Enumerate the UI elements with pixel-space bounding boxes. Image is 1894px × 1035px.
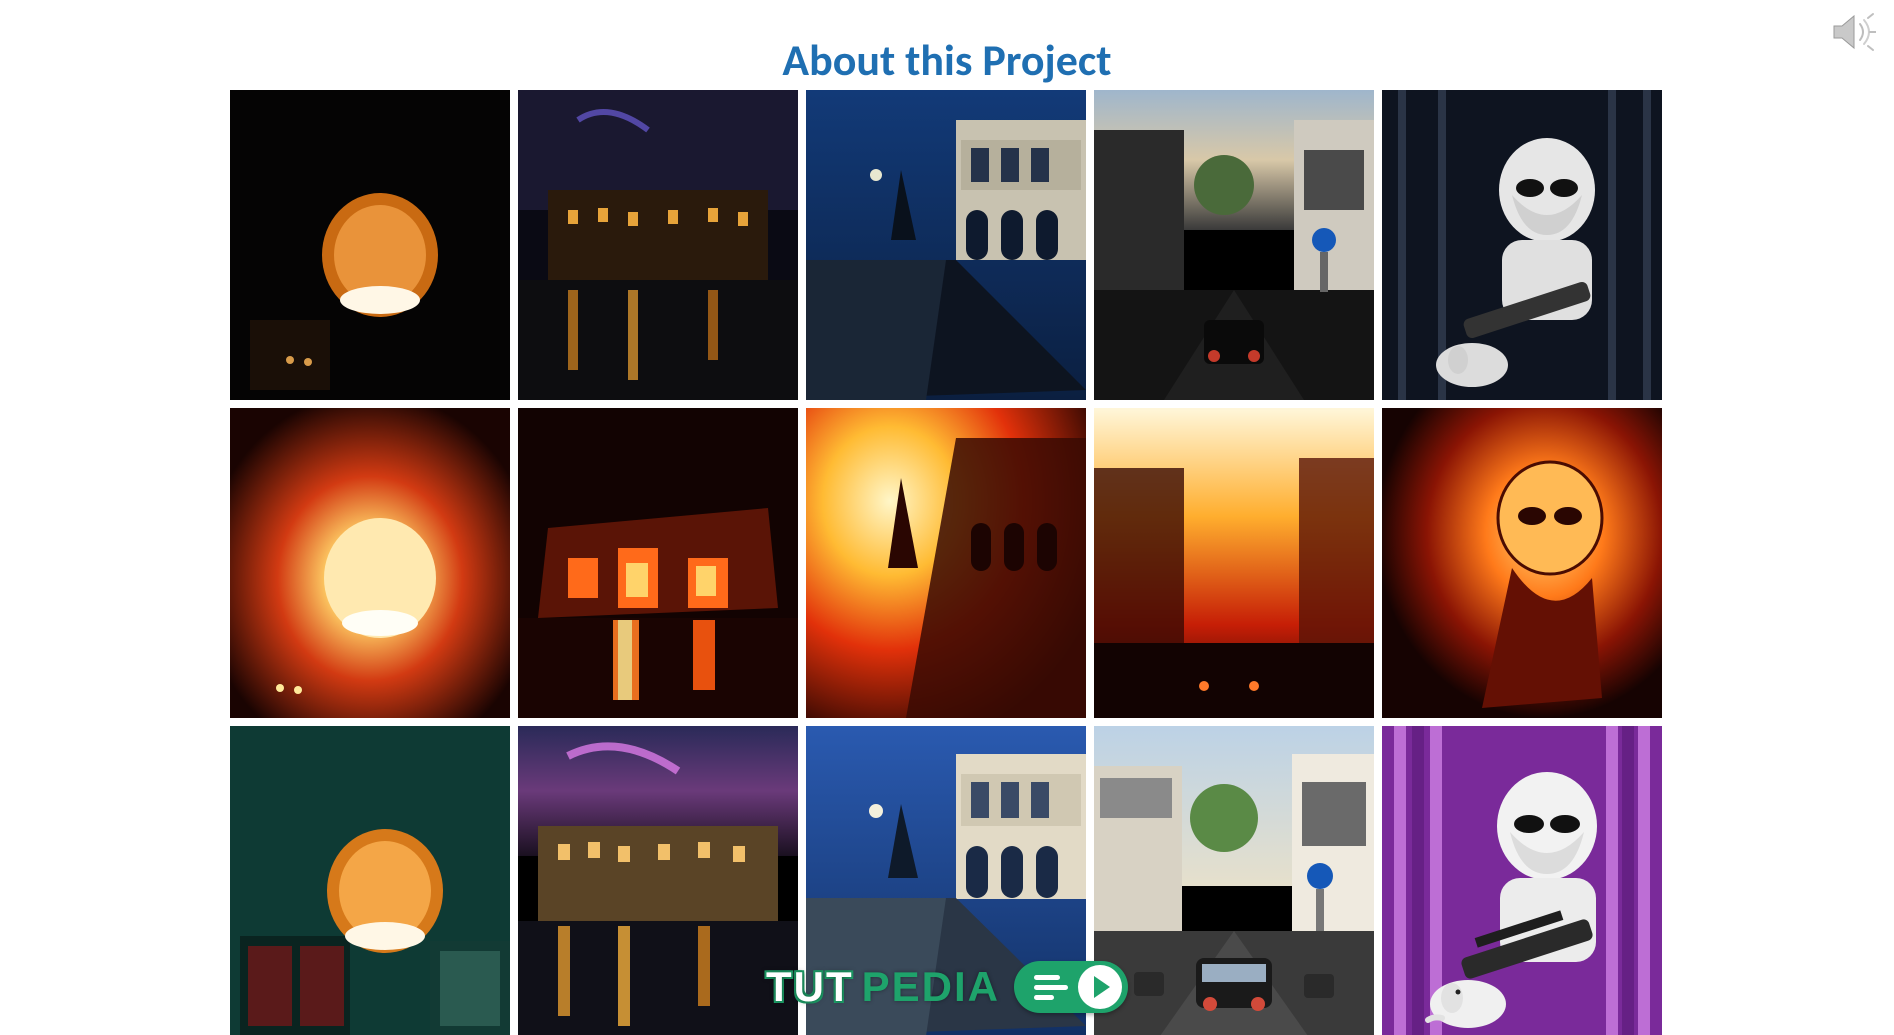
grid-image-row1-lamp-dark [230, 90, 510, 400]
grid-image-row1-stormtrooper-dark [1382, 90, 1662, 400]
grid-image-row3-stormtrooper-enhanced [1382, 726, 1662, 1035]
grid-image-row3-venice-enhanced [518, 726, 798, 1035]
grid-image-row1-street-evening [1094, 90, 1374, 400]
grid-image-row2-street-heatmap [1094, 408, 1374, 718]
grid-image-row3-cliff-enhanced [806, 726, 1086, 1035]
grid-image-row2-cliff-heatmap [806, 408, 1086, 718]
grid-image-row2-stormtrooper-heatmap [1382, 408, 1662, 718]
grid-image-row2-lamp-heatmap [230, 408, 510, 718]
image-grid [230, 90, 1660, 1035]
grid-image-row1-cliff-building-dusk [806, 90, 1086, 400]
grid-image-row3-street-enhanced [1094, 726, 1374, 1035]
grid-image-row2-venice-heatmap [518, 408, 798, 718]
audio-speaker-icon[interactable] [1828, 8, 1876, 56]
slide: About this Project [0, 0, 1894, 1035]
grid-image-row1-venice-night [518, 90, 798, 400]
grid-image-row3-lamp-enhanced [230, 726, 510, 1035]
slide-title: About this Project [0, 29, 1894, 87]
